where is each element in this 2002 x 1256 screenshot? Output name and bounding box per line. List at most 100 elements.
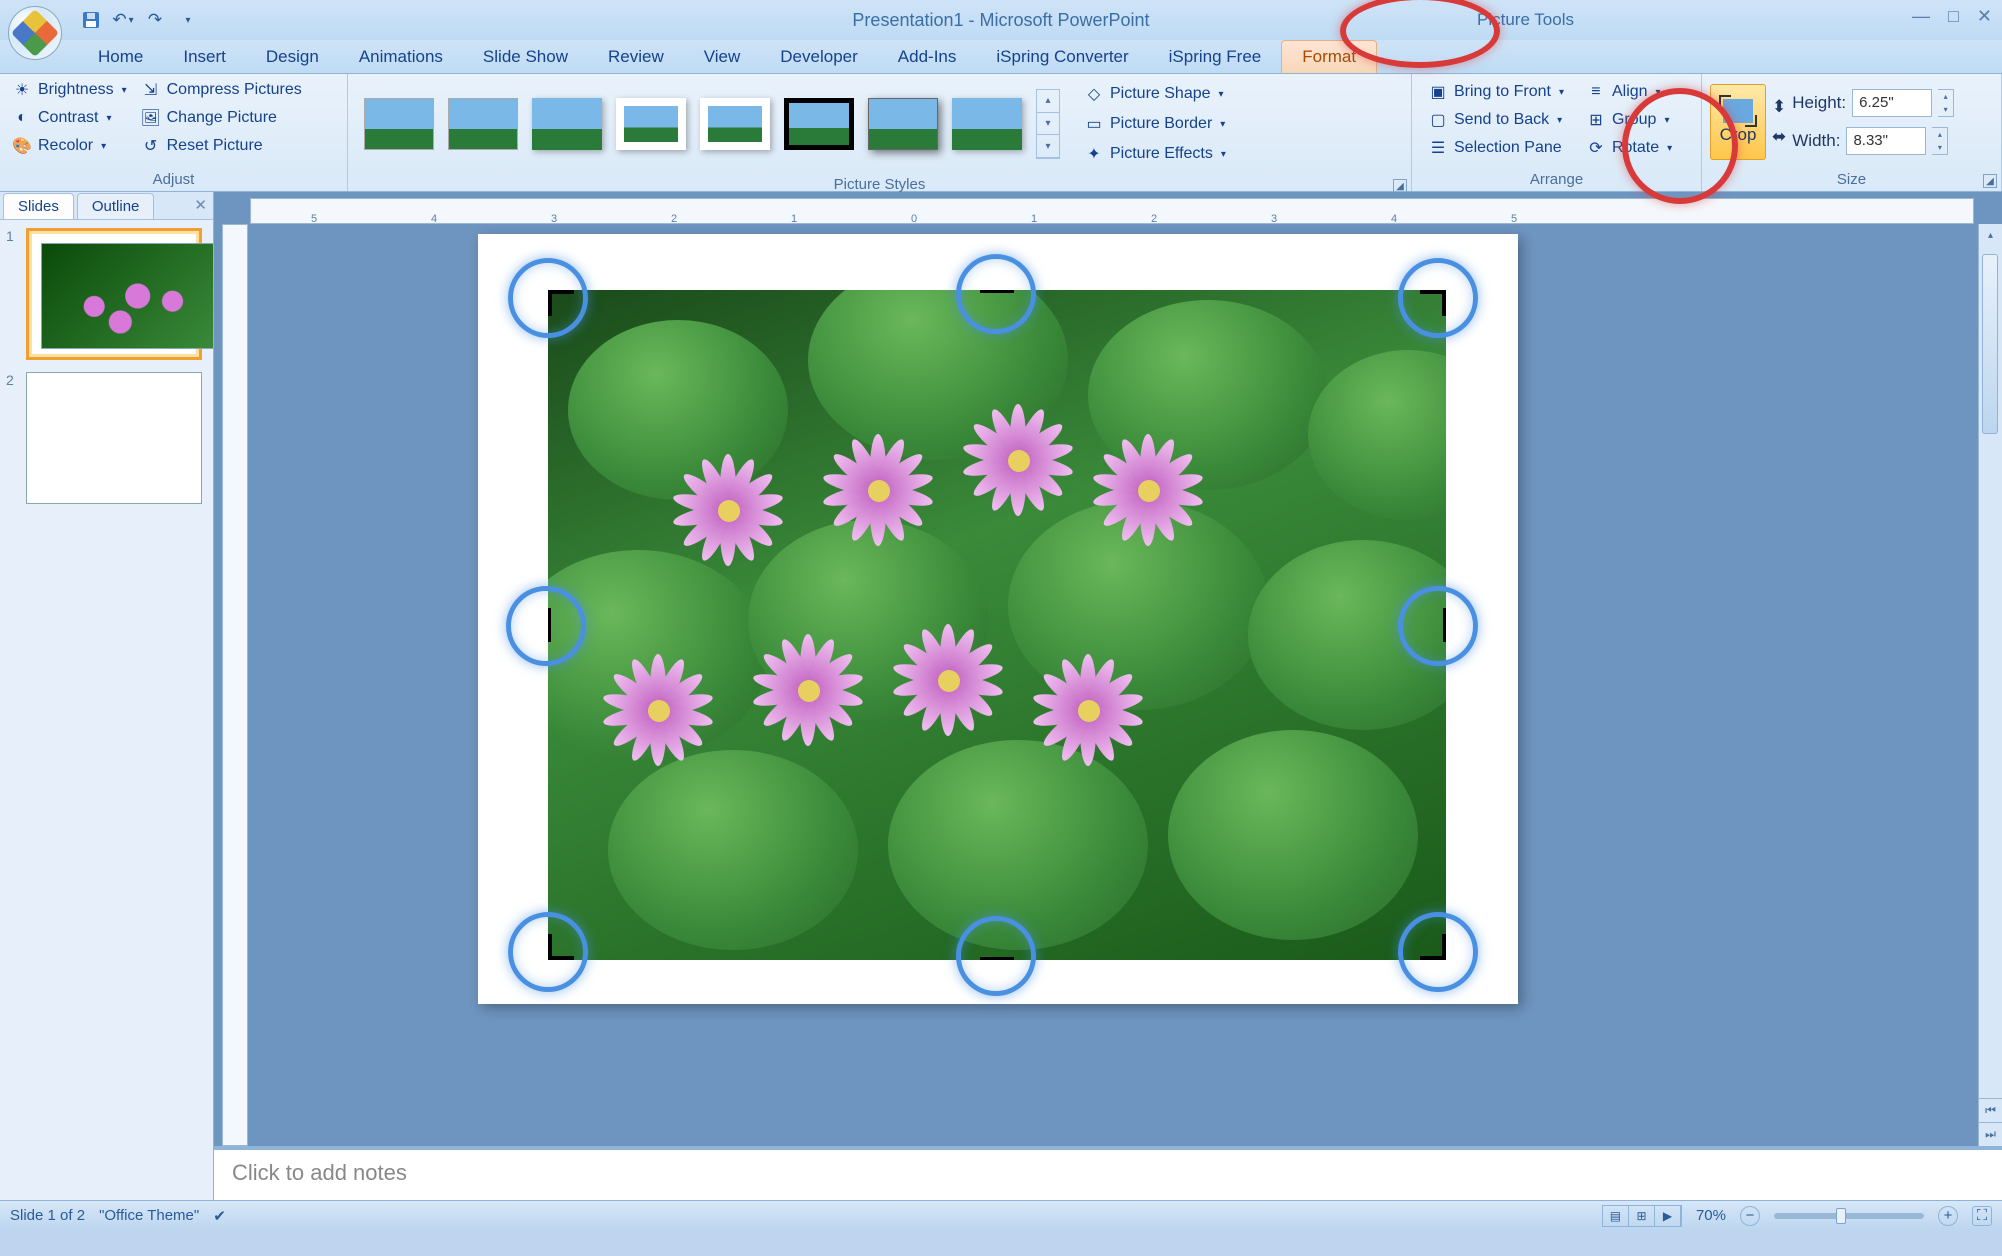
contrast-button[interactable]: ◐Contrast▾ [8,106,131,130]
view-buttons: ▤ ⊞ ▶ [1602,1205,1682,1227]
pane-tabs: Slides Outline ✕ [0,192,213,220]
effects-icon: ✦ [1084,144,1104,164]
slide-canvas[interactable] [248,224,1978,1146]
zoom-out-button[interactable]: − [1740,1206,1760,1226]
vertical-ruler[interactable] [222,224,248,1146]
style-thumb-2[interactable] [448,98,518,150]
height-input[interactable]: 6.25" [1852,89,1932,117]
tab-design[interactable]: Design [246,41,339,73]
size-dialog-launcher[interactable]: ◢ [1983,174,1997,188]
slides-pane: Slides Outline ✕ 1 2 [0,192,214,1200]
picture-shape-button[interactable]: ◇Picture Shape▾ [1080,82,1230,106]
title-bar: ↶▾ ↷ ▾ Presentation1 - Microsoft PowerPo… [0,0,2002,40]
normal-view-button[interactable]: ▤ [1603,1206,1629,1226]
close-button[interactable]: ✕ [1977,6,1992,27]
next-slide-button[interactable]: ⏭ [1979,1122,2002,1146]
contrast-icon: ◐ [12,108,32,128]
crop-handle-tm[interactable] [980,290,1014,293]
align-button[interactable]: ≡Align▾ [1582,80,1676,104]
tab-addins[interactable]: Add-Ins [878,41,977,73]
front-icon: ▣ [1428,82,1448,102]
picture-effects-button[interactable]: ✦Picture Effects▾ [1080,142,1230,166]
slide-indicator: Slide 1 of 2 [10,1207,85,1224]
width-spinner[interactable]: ▴▾ [1932,127,1948,155]
style-thumb-3[interactable] [532,98,602,150]
picture-border-button[interactable]: ▭Picture Border▾ [1080,112,1230,136]
gallery-more[interactable]: ▴▾▾ [1036,89,1060,159]
reset-icon: ↺ [141,136,161,156]
rotate-button[interactable]: ⟳Rotate▾ [1582,136,1676,160]
slide-row-2[interactable]: 2 [6,372,207,504]
reset-picture-button[interactable]: ↺Reset Picture [137,134,306,158]
group-button[interactable]: ⊞Group▾ [1582,108,1676,132]
fit-button[interactable]: ⛶ [1972,1206,1992,1226]
pane-tab-outline[interactable]: Outline [77,193,155,219]
qat-more-icon[interactable]: ▾ [174,7,200,33]
compress-button[interactable]: ⇲Compress Pictures [137,78,306,102]
zoom-in-button[interactable]: + [1938,1206,1958,1226]
style-thumb-4[interactable] [616,98,686,150]
tab-view[interactable]: View [684,41,761,73]
styles-dialog-launcher[interactable]: ◢ [1393,179,1407,193]
change-picture-button[interactable]: 🖼Change Picture [137,106,306,130]
slide-row-1[interactable]: 1 [6,228,207,360]
crop-button[interactable]: Crop [1710,84,1766,160]
style-thumb-8[interactable] [952,98,1022,150]
crop-handle-tl[interactable] [548,290,574,316]
style-gallery: ▴▾▾ [356,79,1068,169]
crop-handle-mr[interactable] [1443,608,1446,642]
height-spinner[interactable]: ▴▾ [1938,89,1954,117]
crop-handle-bm[interactable] [980,957,1014,960]
tab-developer[interactable]: Developer [760,41,878,73]
style-thumb-6[interactable] [784,98,854,150]
undo-icon[interactable]: ↶▾ [110,7,136,33]
group-label-size: Size◢ [1702,169,2001,191]
tab-animations[interactable]: Animations [339,41,463,73]
send-to-back-button[interactable]: ▢Send to Back▾ [1424,108,1568,132]
tab-format[interactable]: Format [1281,40,1377,73]
back-icon: ▢ [1428,110,1448,130]
tab-review[interactable]: Review [588,41,684,73]
recolor-button[interactable]: 🎨Recolor▾ [8,134,131,158]
pane-close-icon[interactable]: ✕ [194,196,207,214]
notes-pane[interactable]: Click to add notes [214,1146,2002,1200]
tab-insert[interactable]: Insert [163,41,246,73]
group-label-adjust: Adjust [0,169,347,191]
contextual-tab-label: Picture Tools [1459,0,1592,40]
style-thumb-5[interactable] [700,98,770,150]
selection-pane-button[interactable]: ☰Selection Pane [1424,136,1568,160]
tab-slideshow[interactable]: Slide Show [463,41,588,73]
pane-tab-slides[interactable]: Slides [3,193,74,219]
brightness-button[interactable]: ☀Brightness▾ [8,78,131,102]
tab-home[interactable]: Home [78,41,163,73]
slide-thumb-2[interactable] [26,372,202,504]
maximize-button[interactable]: □ [1948,6,1959,27]
style-thumb-7[interactable] [868,98,938,150]
vertical-scrollbar[interactable]: ▴ ⏮⏭ [1978,224,2002,1146]
tab-ispring-converter[interactable]: iSpring Converter [976,41,1148,73]
sorter-view-button[interactable]: ⊞ [1629,1206,1655,1226]
horizontal-ruler[interactable]: 54321012345 [250,198,1974,224]
crop-handle-br[interactable] [1420,934,1446,960]
crop-handle-bl[interactable] [548,934,574,960]
crop-handle-tr[interactable] [1420,290,1446,316]
group-size: Crop ⬍ ⬌ Height: 6.25" ▴▾ Width: 8.33" ▴… [1702,74,2002,191]
bring-to-front-button[interactable]: ▣Bring to Front▾ [1424,80,1568,104]
minimize-button[interactable]: — [1912,6,1930,27]
slide-thumb-1[interactable] [26,228,202,360]
group-arrange: ▣Bring to Front▾ ▢Send to Back▾ ☰Selecti… [1412,74,1702,191]
style-thumb-1[interactable] [364,98,434,150]
width-input[interactable]: 8.33" [1846,127,1926,155]
prev-slide-button[interactable]: ⏮ [1979,1098,2002,1122]
office-button[interactable] [8,6,62,60]
save-icon[interactable] [78,7,104,33]
crop-handle-ml[interactable] [548,608,551,642]
slideshow-view-button[interactable]: ▶ [1655,1206,1681,1226]
picture[interactable] [548,290,1446,960]
workspace: Slides Outline ✕ 1 2 54321012345 [0,192,2002,1200]
redo-icon[interactable]: ↷ [142,7,168,33]
zoom-slider[interactable] [1774,1213,1924,1219]
group-icon: ⊞ [1586,110,1606,130]
spellcheck-icon[interactable]: ✔ [213,1207,226,1225]
tab-ispring-free[interactable]: iSpring Free [1149,41,1282,73]
